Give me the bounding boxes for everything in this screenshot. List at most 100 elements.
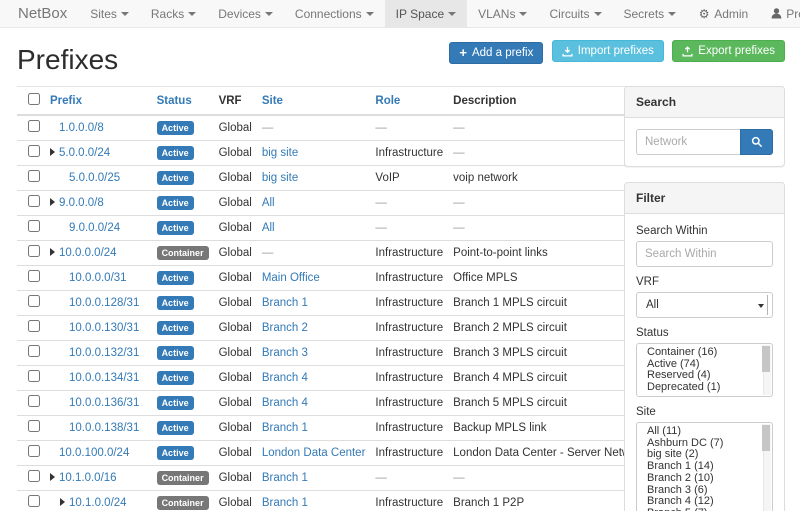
nav-item-ip-space[interactable]: IP Space: [385, 0, 467, 27]
status-badge[interactable]: Active: [157, 396, 194, 410]
site-link[interactable]: All: [262, 222, 275, 234]
status-badge[interactable]: Container: [157, 496, 209, 510]
status-badge[interactable]: Active: [157, 446, 194, 460]
nav-item-devices[interactable]: Devices: [207, 0, 284, 27]
status-badge[interactable]: Container: [157, 471, 209, 485]
admin-menu-item[interactable]: ⚙ Admin: [687, 0, 759, 27]
row-checkbox[interactable]: [28, 420, 40, 432]
status-badge[interactable]: Active: [157, 196, 194, 210]
prefix-link[interactable]: 10.0.0.138/31: [69, 422, 139, 434]
site-link[interactable]: Branch 4: [262, 397, 308, 409]
listbox-option[interactable]: Ashburn DC (7): [637, 438, 760, 450]
prefix-link[interactable]: 10.0.100.0/24: [59, 447, 129, 459]
site-link[interactable]: Branch 1: [262, 422, 308, 434]
listbox-option[interactable]: Branch 4 (12): [637, 496, 760, 508]
nav-item-vlans[interactable]: VLANs: [467, 0, 538, 27]
status-listbox[interactable]: Container (16)Active (74)Reserved (4)Dep…: [636, 343, 773, 397]
prefix-link[interactable]: 10.0.0.0/31: [69, 272, 127, 284]
search-within-input[interactable]: [636, 241, 773, 267]
status-badge[interactable]: Active: [157, 321, 194, 335]
site-link[interactable]: Branch 1: [262, 472, 308, 484]
scrollbar-track[interactable]: [763, 345, 771, 395]
expand-caret-icon[interactable]: [50, 147, 59, 160]
row-checkbox[interactable]: [28, 195, 40, 207]
prefix-link[interactable]: 9.0.0.0/8: [59, 197, 104, 209]
prefix-link[interactable]: 5.0.0.0/24: [59, 147, 110, 159]
scrollbar-thumb[interactable]: [762, 425, 770, 451]
prefix-link[interactable]: 10.0.0.130/31: [69, 322, 139, 334]
prefix-link[interactable]: 10.1.0.0/16: [59, 472, 117, 484]
listbox-option[interactable]: All (11): [637, 426, 760, 438]
site-link[interactable]: Branch 2: [262, 322, 308, 334]
row-checkbox[interactable]: [28, 370, 40, 382]
column-header-status[interactable]: Status: [152, 87, 214, 116]
listbox-option[interactable]: Deprecated (1): [637, 382, 760, 394]
status-badge[interactable]: Active: [157, 171, 194, 185]
nav-item-secrets[interactable]: Secrets: [613, 0, 688, 27]
add-prefix-button[interactable]: + Add a prefix: [449, 42, 543, 64]
import-prefixes-button[interactable]: Import prefixes: [552, 40, 664, 62]
status-badge[interactable]: Active: [157, 421, 194, 435]
site-link[interactable]: Branch 1: [262, 497, 308, 509]
nav-item-sites[interactable]: Sites: [79, 0, 140, 27]
row-checkbox[interactable]: [28, 270, 40, 282]
nav-item-circuits[interactable]: Circuits: [538, 0, 612, 27]
expand-caret-icon[interactable]: [50, 247, 59, 260]
row-checkbox[interactable]: [28, 170, 40, 182]
prefix-link[interactable]: 9.0.0.0/24: [69, 222, 120, 234]
select-all-checkbox[interactable]: [28, 93, 40, 105]
prefix-link[interactable]: 10.0.0.134/31: [69, 372, 139, 384]
site-link[interactable]: Main Office: [262, 272, 320, 284]
site-link[interactable]: Branch 1: [262, 297, 308, 309]
row-checkbox[interactable]: [28, 145, 40, 157]
export-prefixes-button[interactable]: Export prefixes: [672, 40, 785, 62]
row-checkbox[interactable]: [28, 245, 40, 257]
row-checkbox[interactable]: [28, 395, 40, 407]
status-badge[interactable]: Active: [157, 271, 194, 285]
status-badge[interactable]: Active: [157, 146, 194, 160]
prefix-link[interactable]: 10.0.0.136/31: [69, 397, 139, 409]
status-badge[interactable]: Active: [157, 371, 194, 385]
scrollbar-thumb[interactable]: [762, 346, 770, 372]
site-link[interactable]: Branch 4: [262, 372, 308, 384]
site-link[interactable]: All: [262, 197, 275, 209]
column-header-prefix[interactable]: Prefix: [45, 87, 152, 116]
nav-item-racks[interactable]: Racks: [140, 0, 207, 27]
scrollbar-track[interactable]: [763, 424, 771, 511]
app-logo[interactable]: NetBox: [12, 0, 79, 27]
site-link[interactable]: London Data Center: [262, 447, 366, 459]
listbox-option[interactable]: Branch 2 (10): [637, 473, 760, 485]
listbox-option[interactable]: Reserved (4): [637, 370, 760, 382]
prefix-link[interactable]: 10.0.0.132/31: [69, 347, 139, 359]
prefix-link[interactable]: 10.0.0.128/31: [69, 297, 139, 309]
prefix-link[interactable]: 10.0.0.0/24: [59, 247, 117, 259]
status-badge[interactable]: Active: [157, 296, 194, 310]
profile-menu-item[interactable]: Profile: [759, 0, 800, 27]
listbox-option[interactable]: Branch 1 (14): [637, 461, 760, 473]
listbox-option[interactable]: Active (74): [637, 359, 760, 371]
row-checkbox[interactable]: [28, 120, 40, 132]
site-link[interactable]: Branch 3: [262, 347, 308, 359]
listbox-option[interactable]: Branch 3 (6): [637, 485, 760, 497]
status-badge[interactable]: Active: [157, 121, 194, 135]
search-input[interactable]: [636, 129, 740, 155]
nav-item-connections[interactable]: Connections: [284, 0, 385, 27]
row-checkbox[interactable]: [28, 470, 40, 482]
status-badge[interactable]: Container: [157, 246, 209, 260]
prefix-link[interactable]: 5.0.0.0/25: [69, 172, 120, 184]
vrf-select[interactable]: All: [636, 292, 773, 318]
site-listbox[interactable]: All (11)Ashburn DC (7)big site (2)Branch…: [636, 422, 773, 511]
site-link[interactable]: big site: [262, 172, 298, 184]
column-header-site[interactable]: Site: [257, 87, 371, 116]
status-badge[interactable]: Active: [157, 346, 194, 360]
site-link[interactable]: big site: [262, 147, 298, 159]
row-checkbox[interactable]: [28, 495, 40, 507]
status-badge[interactable]: Active: [157, 221, 194, 235]
expand-caret-icon[interactable]: [50, 472, 59, 485]
row-checkbox[interactable]: [28, 345, 40, 357]
listbox-option[interactable]: Container (16): [637, 347, 760, 359]
listbox-option[interactable]: big site (2): [637, 449, 760, 461]
search-button[interactable]: [740, 129, 773, 155]
prefix-link[interactable]: 1.0.0.0/8: [59, 122, 104, 134]
row-checkbox[interactable]: [28, 320, 40, 332]
